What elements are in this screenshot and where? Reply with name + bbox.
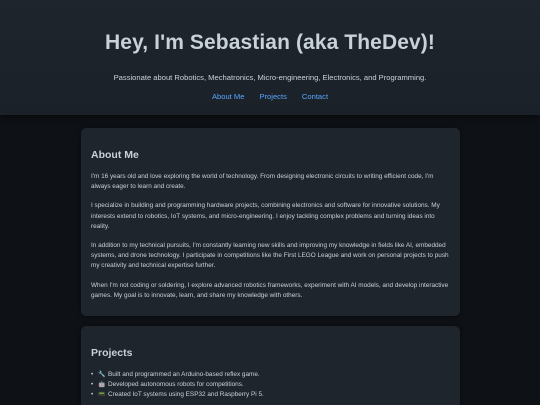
about-paragraph: When I'm not coding or soldering, I expl… [91,281,449,299]
project-text: Created IoT systems using ESP32 and Rasp… [108,391,264,399]
project-text: Built and programmed an Arduino-based re… [108,371,260,378]
nav-link-contact[interactable]: Contact [302,92,328,101]
wrench-icon: 🔧 [98,372,106,378]
projects-section: Projects 🔧Built and programmed an Arduin… [81,326,460,405]
main-nav: About Me Projects Contact [0,92,540,101]
nav-link-projects[interactable]: Projects [259,92,286,101]
robot-icon: 🤖 [98,382,106,389]
page-title: Hey, I'm Sebastian (aka TheDev)! [105,31,435,54]
projects-heading: Projects [91,347,133,359]
nav-link-about[interactable]: About Me [212,92,245,101]
project-text: Developed autonomous robots for competit… [108,381,244,389]
about-section: About Me I'm 16 years old and love explo… [81,128,460,316]
about-heading: About Me [91,149,139,161]
projects-list: 🔧Built and programmed an Arduino-based r… [91,370,450,401]
list-item: 🔧Built and programmed an Arduino-based r… [91,370,450,380]
site-header: Hey, I'm Sebastian (aka TheDev)! Passion… [0,0,540,115]
list-item: 🤖Developed autonomous robots for competi… [91,380,450,390]
pager-icon: 📟 [98,392,106,399]
tagline: Passionate about Robotics, Mechatronics,… [113,73,427,82]
list-item: 📟Created IoT systems using ESP32 and Ras… [91,390,450,400]
about-paragraph: I specialize in building and programming… [91,202,440,230]
about-paragraph: In addition to my technical pursuits, I'… [91,242,449,270]
about-paragraph: I'm 16 years old and love exploring the … [91,173,434,191]
